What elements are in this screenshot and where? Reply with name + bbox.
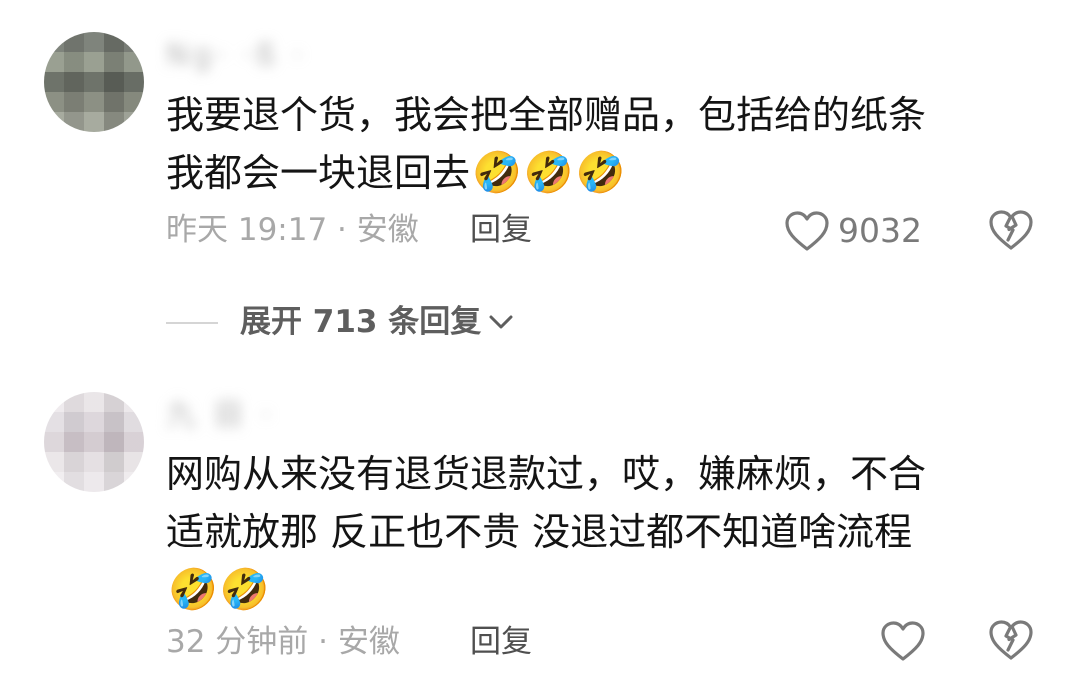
chevron-down-icon	[489, 315, 513, 329]
rofl-emoji-icon: 🤣	[219, 567, 270, 613]
reply-button[interactable]: 回复	[470, 210, 532, 250]
expand-divider	[166, 322, 218, 324]
username[interactable]: Ng· ·ß ·	[166, 38, 306, 74]
rofl-emoji-icon: 🤣	[523, 150, 574, 196]
comment-line: 适就放那 反正也不贵 没退过都不知道啥流程	[166, 510, 913, 554]
rofl-emoji-icon: 🤣	[575, 150, 626, 196]
expand-replies-button[interactable]: 展开 713 条回复	[240, 302, 515, 342]
comment-text: 我要退个货，我会把全部赠品，包括给的纸条 我都会一块退回去🤣🤣🤣	[166, 86, 1026, 202]
rofl-emoji-icon: 🤣	[472, 150, 522, 196]
comment-line-with-emoji: 我都会一块退回去🤣🤣🤣	[166, 144, 1026, 202]
avatar[interactable]	[44, 32, 144, 132]
reply-button[interactable]: 回复	[470, 622, 532, 662]
comment-meta: 昨天 19:17 · 安徽	[166, 212, 419, 248]
username[interactable]: 九 目 ·	[166, 398, 275, 434]
comment-line: 我都会一块退回去	[166, 151, 471, 195]
expand-replies-label: 展开 713 条回复	[240, 304, 482, 340]
like-count: 9032	[838, 211, 922, 250]
heart-outline-icon	[785, 211, 829, 251]
broken-heart-icon[interactable]	[988, 618, 1034, 662]
comment-line: 我要退个货，我会把全部赠品，包括给的纸条	[166, 93, 927, 137]
rofl-emoji-icon: 🤣	[168, 567, 218, 613]
comment-emoji-line: 🤣🤣	[166, 561, 1026, 619]
comment-text: 网购从来没有退货退款过，哎，嫌麻烦，不合 适就放那 反正也不贵 没退过都不知道啥…	[166, 445, 1026, 619]
like-button[interactable]: 9032	[784, 210, 922, 252]
broken-heart-icon[interactable]	[988, 208, 1034, 252]
avatar[interactable]	[44, 392, 144, 492]
comment-meta: 32 分钟前 · 安徽	[166, 624, 400, 660]
comment-line: 网购从来没有退货退款过，哎，嫌麻烦，不合	[166, 452, 927, 496]
heart-outline-icon[interactable]	[880, 620, 926, 662]
